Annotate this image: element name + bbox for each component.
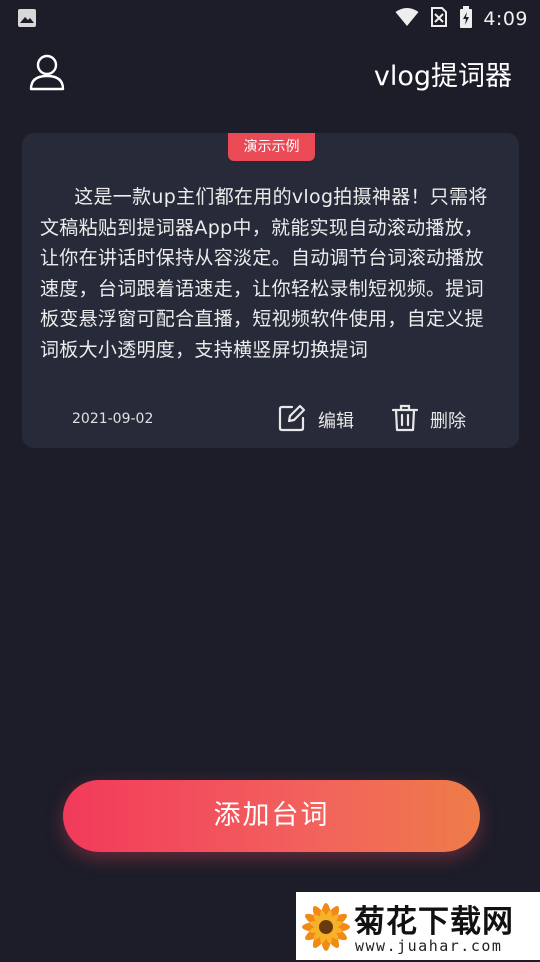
delete-button[interactable]: 删除 — [391, 404, 466, 436]
app-title: vlog提词器 — [373, 61, 512, 92]
demo-badge: 演示示例 — [228, 133, 315, 161]
trash-icon — [391, 404, 419, 436]
user-icon[interactable] — [28, 52, 66, 92]
add-line-button[interactable]: 添加台词 — [63, 780, 480, 852]
wifi-icon — [395, 7, 419, 31]
battery-icon — [459, 6, 473, 32]
edit-button[interactable]: 编辑 — [278, 404, 354, 436]
status-icons: 4:09 — [395, 6, 528, 32]
watermark-title: 菊花下载网 — [354, 904, 514, 940]
status-time: 4:09 — [483, 8, 528, 30]
no-sim-icon — [429, 7, 449, 31]
script-text: 这是一款up主们都在用的vlog拍摄神器！只需将文稿粘贴到提词器App中，就能实… — [40, 186, 488, 361]
edit-label: 编辑 — [318, 411, 354, 432]
watermark-url: www.juahar.com — [355, 937, 503, 955]
header: vlog提词器 — [0, 40, 540, 104]
script-card[interactable]: 演示示例 这是一款up主们都在用的vlog拍摄神器！只需将文稿粘贴到提词器App… — [22, 133, 519, 448]
delete-label: 删除 — [430, 411, 466, 432]
watermark: 菊花下载网 www.juahar.com — [296, 892, 540, 960]
script-date: 2021-09-02 — [72, 411, 154, 427]
image-icon — [17, 8, 37, 32]
flower-icon — [298, 896, 354, 962]
edit-icon — [278, 404, 306, 436]
status-bar: 4:09 — [0, 0, 540, 36]
